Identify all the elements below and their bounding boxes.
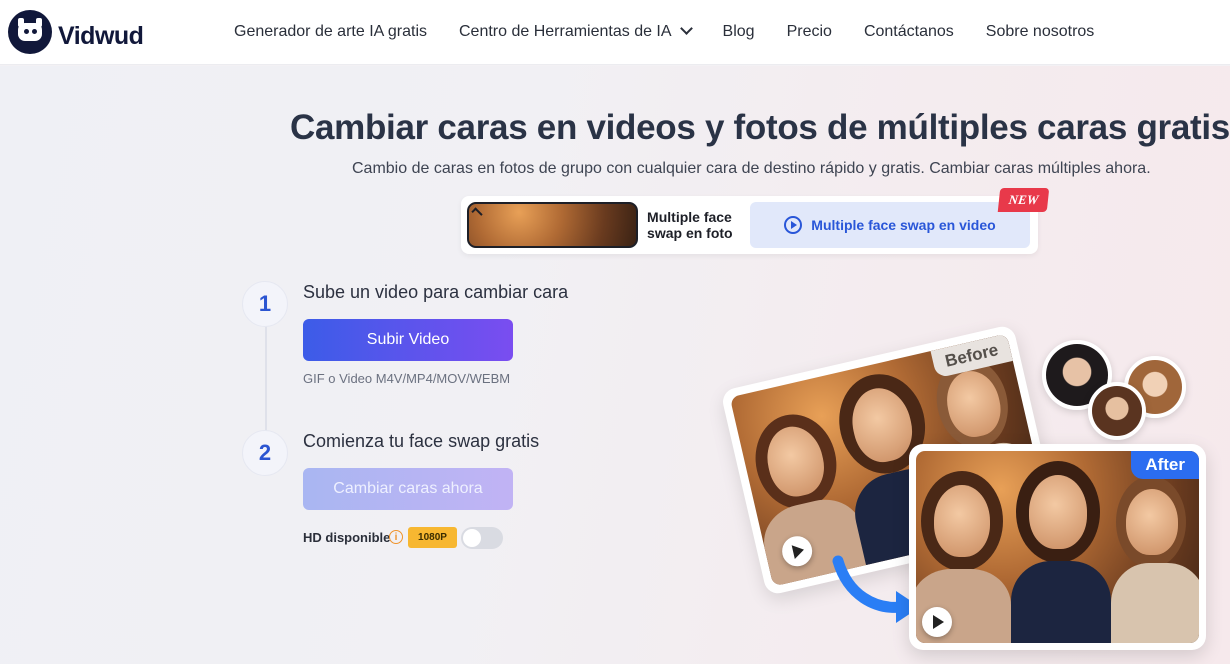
chevron-down-icon <box>679 22 693 35</box>
upload-video-button[interactable]: Subir Video <box>303 319 513 361</box>
after-photo: After <box>916 451 1199 643</box>
step-1-number: 1 <box>242 281 288 327</box>
step-2-number: 2 <box>242 430 288 476</box>
main-menu: Generador de arte IA gratis Centro de He… <box>234 22 1095 41</box>
tab-video-label: Multiple face swap en video <box>811 217 996 233</box>
swap-faces-button[interactable]: Cambiar caras ahora <box>303 468 513 510</box>
tab-photo-label: Multiple face swap en foto <box>647 209 733 241</box>
nav-item-ai-tools[interactable]: Centro de Herramientas de IA <box>459 22 693 41</box>
mode-tabs: Multiple face swap en foto Multiple face… <box>461 196 1038 254</box>
target-face-avatar-3[interactable] <box>1088 382 1146 440</box>
steps-connector <box>265 325 267 435</box>
photo-icon <box>467 202 639 248</box>
page-subtitle: Cambio de caras en fotos de grupo con cu… <box>352 160 1151 177</box>
hd-available-label: HD disponible <box>303 530 391 545</box>
nav-item-about[interactable]: Sobre nosotros <box>986 23 1095 41</box>
hd-toggle[interactable] <box>461 527 503 549</box>
after-label: After <box>1131 451 1199 479</box>
resolution-badge: 1080P <box>408 527 457 548</box>
robot-logo-icon <box>8 10 52 54</box>
top-nav: Vidwud Generador de arte IA gratis Centr… <box>0 0 1230 65</box>
play-circle-icon <box>784 216 803 234</box>
nav-item-ai-tools-label: Centro de Herramientas de IA <box>459 23 672 40</box>
step-2-label: Comienza tu face swap gratis <box>303 431 540 451</box>
after-play-icon[interactable] <box>922 607 952 637</box>
brand-name: Vidwud <box>58 21 144 50</box>
tab-photo-face-swap[interactable]: Multiple face swap en foto <box>467 202 751 248</box>
nav-item-ai-art[interactable]: Generador de arte IA gratis <box>234 23 427 41</box>
nav-item-blog[interactable]: Blog <box>723 23 755 41</box>
toggle-knob <box>463 529 481 547</box>
brand-logo[interactable]: Vidwud <box>8 10 144 54</box>
page-title: Cambiar caras en videos y fotos de múlti… <box>290 108 1230 147</box>
nav-item-pricing[interactable]: Precio <box>787 23 832 41</box>
after-card: After <box>909 444 1206 650</box>
nav-item-contact[interactable]: Contáctanos <box>864 23 954 41</box>
new-badge: NEW <box>997 188 1050 212</box>
tab-video-face-swap[interactable]: Multiple face swap en video <box>750 202 1030 248</box>
step-1-label: Sube un video para cambiar cara <box>303 282 569 302</box>
info-icon[interactable]: i <box>389 530 403 544</box>
supported-formats: GIF o Video M4V/MP4/MOV/WEBM <box>303 371 511 386</box>
